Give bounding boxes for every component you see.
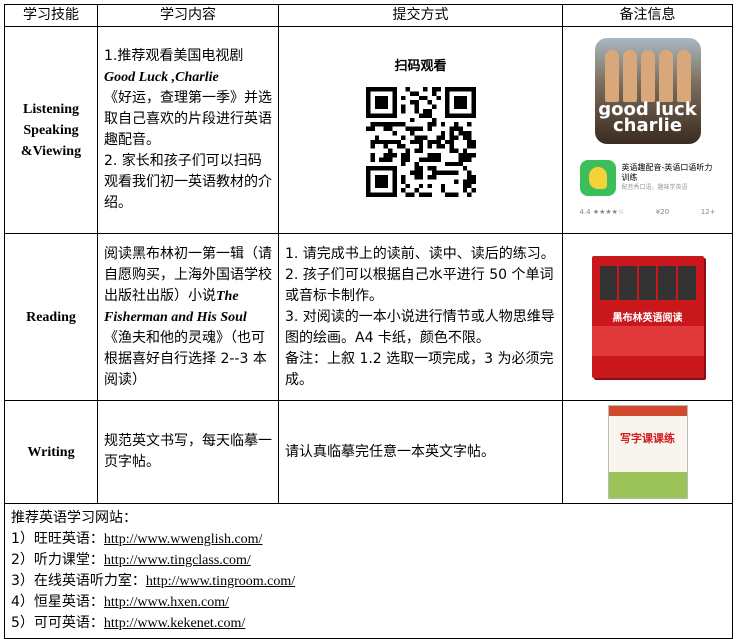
website-link[interactable]: http://www.kekenet.com/ bbox=[104, 616, 245, 631]
website-link[interactable]: http://www.tingroom.com/ bbox=[146, 574, 295, 589]
website-label: 5）可可英语： bbox=[11, 615, 104, 631]
skill-text: Listening bbox=[22, 101, 79, 117]
website-link[interactable]: http://www.wwenglish.com/ bbox=[104, 532, 263, 547]
scan-label: 扫码观看 bbox=[394, 59, 447, 74]
show-poster: good luck charlie bbox=[594, 37, 701, 144]
website-link[interactable]: http://www.hxen.com/ bbox=[104, 595, 229, 610]
websites-list: 推荐英语学习网站： 1）旺旺英语：http://www.wwenglish.co… bbox=[4, 503, 733, 639]
cover-photos bbox=[599, 266, 696, 300]
skill-reading: Reading bbox=[4, 233, 98, 401]
table-row-writing: Writing 规范英文书写，每天临摹一页字帖。 请认真临摹完任意一本英文字帖。… bbox=[4, 400, 733, 504]
app-subtitle: 配音秀口语，趣味学英语 bbox=[621, 183, 688, 191]
app-icon bbox=[579, 159, 616, 196]
app-stats: 4.4 ★★★★☆ ¥20 12+ bbox=[580, 202, 716, 223]
submit-listening: 扫码观看 bbox=[278, 26, 563, 234]
content-text: 2. 家长和孩子们可以扫码观看我们初一英语教材的介绍。 bbox=[104, 153, 272, 211]
cover-bottom bbox=[608, 472, 687, 498]
website-label: 3）在线英语听力室： bbox=[11, 573, 146, 589]
site-list: 1）旺旺英语：http://www.wwenglish.com/2）听力课堂：h… bbox=[11, 529, 726, 634]
notes-writing: 写字课课练 bbox=[562, 400, 733, 504]
app-listing: 英语趣配音-英语口语听力训练 配音秀口语，趣味学英语 bbox=[579, 159, 716, 196]
website-item: 1）旺旺英语：http://www.wwenglish.com/ bbox=[11, 529, 726, 550]
header-submit: 提交方式 bbox=[278, 4, 563, 27]
content-text: 阅读黑布林初一第一辑（请自愿购买，上海外国语学校出版社出版）小说 bbox=[104, 245, 272, 304]
website-label: 4）恒星英语： bbox=[11, 594, 104, 610]
show-logo: good luck charlie bbox=[598, 98, 697, 136]
poster-people bbox=[604, 49, 691, 102]
header-skill: 学习技能 bbox=[4, 4, 98, 27]
content-reading: 阅读黑布林初一第一辑（请自愿购买，上海外国语学校出版社出版）小说The Fish… bbox=[97, 233, 279, 401]
header-notes: 备注信息 bbox=[562, 4, 733, 27]
websites-title: 推荐英语学习网站： bbox=[11, 510, 137, 526]
websites-row: 推荐英语学习网站： 1）旺旺英语：http://www.wwenglish.co… bbox=[4, 503, 733, 639]
website-label: 2）听力课堂： bbox=[11, 552, 104, 568]
submit-reading: 1. 请完成书上的读前、读中、读后的练习。 2. 孩子们可以根据自己水平进行 5… bbox=[278, 233, 563, 401]
app-price: ¥20 bbox=[655, 207, 670, 216]
website-item: 5）可可英语：http://www.kekenet.com/ bbox=[11, 613, 726, 634]
skill-text: Speaking bbox=[23, 122, 79, 138]
content-text: 《渔夫和他的灵魂》（也可根据喜好自行选择 2--3 本阅读） bbox=[104, 329, 267, 388]
cover-band bbox=[591, 326, 704, 356]
content-text: 《好运，查理第一季》并选取自己喜欢的片段进行英语趣配音。 bbox=[104, 90, 272, 148]
show-title-en: Good Luck ,Charlie bbox=[104, 70, 219, 85]
submit-writing: 请认真临摹完任意一本英文字帖。 bbox=[278, 400, 563, 504]
table-row-reading: Reading 阅读黑布林初一第一辑（请自愿购买，上海外国语学校出版社出版）小说… bbox=[4, 233, 733, 401]
app-age: 12+ bbox=[700, 207, 716, 216]
qr-code[interactable] bbox=[365, 87, 476, 197]
website-link[interactable]: http://www.tingclass.com/ bbox=[104, 553, 251, 568]
header-content: 学习内容 bbox=[97, 4, 279, 27]
app-name: 英语趣配音-英语口语听力训练 bbox=[621, 162, 713, 182]
cover-top bbox=[608, 406, 687, 416]
skill-text: &Viewing bbox=[20, 143, 82, 159]
header-row: 学习技能 学习内容 提交方式 备注信息 bbox=[4, 4, 733, 27]
notes-reading: 黑布林英语阅读 bbox=[562, 233, 733, 401]
skill-listening: Listening Speaking &Viewing bbox=[4, 26, 98, 234]
copybook-title: 写字课课练 bbox=[620, 432, 675, 445]
assignment-table: 学习技能 学习内容 提交方式 备注信息 Listening Speaking &… bbox=[4, 4, 733, 639]
content-listening: 1.推荐观看美国电视剧 Good Luck ,Charlie 《好运，查理第一季… bbox=[97, 26, 279, 234]
content-writing: 规范英文书写，每天临摹一页字帖。 bbox=[97, 400, 279, 504]
copybook-cover: 写字课课练 bbox=[607, 405, 688, 499]
website-label: 1）旺旺英语： bbox=[11, 531, 104, 547]
reading-book-cover: 黑布林英语阅读 bbox=[591, 256, 704, 378]
table-row-listening: Listening Speaking &Viewing 1.推荐观看美国电视剧 … bbox=[4, 26, 733, 234]
skill-writing: Writing bbox=[4, 400, 98, 504]
notes-listening: good luck charlie 英语趣配音-英语口语听力训练 配音秀口语，趣… bbox=[562, 26, 733, 234]
app-rating: 4.4 ★★★★☆ bbox=[579, 207, 625, 216]
website-item: 4）恒星英语：http://www.hxen.com/ bbox=[11, 592, 726, 613]
website-item: 3）在线英语听力室：http://www.tingroom.com/ bbox=[11, 571, 726, 592]
content-text: 1.推荐观看美国电视剧 bbox=[104, 48, 244, 64]
website-item: 2）听力课堂：http://www.tingclass.com/ bbox=[11, 550, 726, 571]
app-info: 英语趣配音-英语口语听力训练 配音秀口语，趣味学英语 bbox=[622, 163, 716, 193]
